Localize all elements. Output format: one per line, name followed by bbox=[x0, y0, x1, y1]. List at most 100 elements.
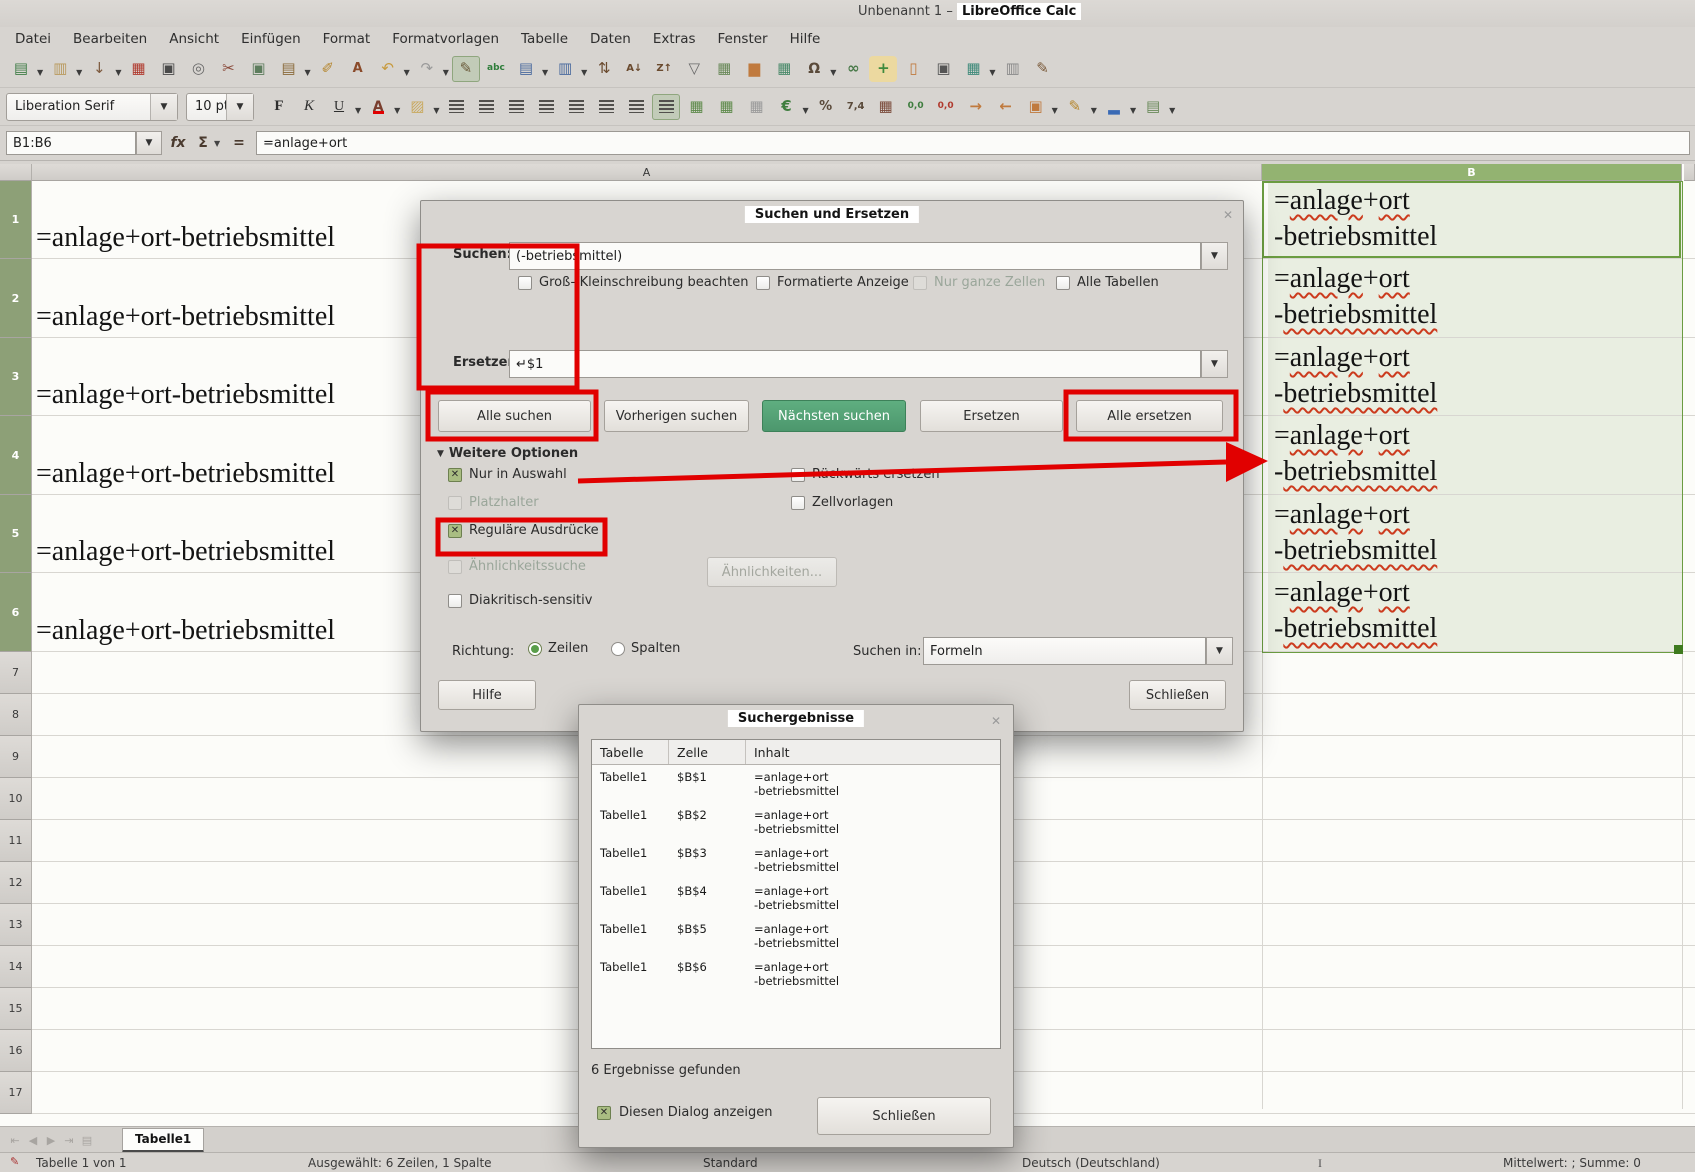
results-col-tabelle[interactable]: Tabelle bbox=[592, 740, 669, 764]
print-preview-icon[interactable]: ◎ bbox=[184, 56, 212, 82]
status-stats[interactable]: Mittelwert: ; Summe: 0 bbox=[1503, 1156, 1641, 1170]
border-style-icon[interactable]: ✎ bbox=[1061, 94, 1089, 120]
increase-indent-icon[interactable]: → bbox=[962, 94, 990, 120]
results-col-zelle[interactable]: Zelle bbox=[669, 740, 746, 764]
align-top-icon[interactable] bbox=[562, 94, 590, 120]
row-header-9[interactable]: 9 bbox=[0, 736, 32, 778]
checkbox-nur-ganze-zellen[interactable]: Nur ganze Zellen bbox=[913, 275, 1045, 290]
help-button[interactable]: Hilfe bbox=[438, 680, 536, 710]
radio-spalten[interactable]: Spalten bbox=[611, 641, 680, 656]
search-history-dropdown-icon[interactable]: ▼ bbox=[1201, 242, 1228, 270]
special-character-icon[interactable]: Ω bbox=[800, 56, 828, 82]
row-header-15[interactable]: 15 bbox=[0, 988, 32, 1030]
last-sheet-icon[interactable]: ⇥ bbox=[60, 1134, 78, 1147]
status-page-style[interactable]: Standard bbox=[703, 1156, 758, 1170]
results-dialog-close-icon[interactable]: ✕ bbox=[991, 714, 1001, 728]
open-dropdown-icon[interactable]: ▼ bbox=[76, 60, 82, 77]
undo-dropdown-icon[interactable]: ▼ bbox=[404, 60, 410, 77]
new-document-dropdown-icon[interactable]: ▼ bbox=[37, 60, 43, 77]
menu-bearbeiten[interactable]: Bearbeiten bbox=[62, 29, 158, 49]
date-format-icon[interactable]: ▦ bbox=[872, 94, 900, 120]
paste-icon[interactable]: ▤ bbox=[274, 56, 302, 82]
checkbox-nur-in-auswahl[interactable]: ✕Nur in Auswahl bbox=[448, 467, 567, 482]
find-dialog-close-button[interactable]: Schließen bbox=[1129, 680, 1226, 710]
conditional-formatting-icon[interactable]: ▤ bbox=[1139, 94, 1167, 120]
more-options-toggle[interactable]: ▼ Weitere Optionen bbox=[437, 446, 578, 461]
freeze-panes-dropdown-icon[interactable]: ▼ bbox=[989, 60, 995, 77]
insert-column-dropdown-icon[interactable]: ▼ bbox=[581, 60, 587, 77]
menu-tabelle[interactable]: Tabelle bbox=[510, 29, 579, 49]
checkbox-formatierte-anzeige-box[interactable] bbox=[756, 276, 770, 290]
center-vertically-icon[interactable] bbox=[592, 94, 620, 120]
checkbox-rückwärts-ersetzen-box[interactable] bbox=[791, 468, 805, 482]
checkbox-nur-in-auswahl-box[interactable]: ✕ bbox=[448, 468, 462, 482]
radio-zeilen[interactable]: Zeilen bbox=[528, 641, 588, 656]
checkbox-ähnlichkeitssuche[interactable]: Ähnlichkeitssuche bbox=[448, 559, 586, 574]
checkbox-zellvorlagen[interactable]: Zellvorlagen bbox=[791, 495, 893, 510]
row-header-17[interactable]: 17 bbox=[0, 1072, 32, 1114]
delete-decimal-place-icon[interactable]: 0,0 bbox=[932, 94, 960, 120]
results-list[interactable]: Tabelle Zelle Inhalt Tabelle1$B$1=anlage… bbox=[591, 739, 1001, 1049]
row-header-1[interactable]: 1 bbox=[0, 181, 32, 259]
save-dropdown-icon[interactable]: ▼ bbox=[115, 60, 121, 77]
cell-a5[interactable]: =anlage+ort-betriebsmittel bbox=[36, 536, 335, 568]
font-color-dropdown-icon[interactable]: ▼ bbox=[394, 98, 400, 115]
checkbox-platzhalter[interactable]: Platzhalter bbox=[448, 495, 539, 510]
menu-fenster[interactable]: Fenster bbox=[707, 29, 779, 49]
result-row-2[interactable]: Tabelle1$B$2=anlage+ort -betriebsmittel bbox=[592, 803, 1000, 841]
borders-dropdown-icon[interactable]: ▼ bbox=[1052, 98, 1058, 115]
search-input[interactable]: (-betriebsmittel) bbox=[509, 242, 1201, 270]
row-header-8[interactable]: 8 bbox=[0, 694, 32, 736]
row-header-13[interactable]: 13 bbox=[0, 904, 32, 946]
cell-a2[interactable]: =anlage+ort-betriebsmittel bbox=[36, 301, 335, 333]
checkbox-reguläre-ausdrücke[interactable]: ✕Reguläre Ausdrücke bbox=[448, 523, 599, 538]
row-header-14[interactable]: 14 bbox=[0, 946, 32, 988]
cell-a6[interactable]: =anlage+ort-betriebsmittel bbox=[36, 615, 335, 647]
border-color-icon[interactable]: ▂ bbox=[1100, 94, 1128, 120]
row-header-4[interactable]: 4 bbox=[0, 416, 32, 495]
name-box-dropdown-icon[interactable]: ▼ bbox=[136, 131, 162, 155]
result-row-4[interactable]: Tabelle1$B$4=anlage+ort -betriebsmittel bbox=[592, 879, 1000, 917]
column-header-c-sliver[interactable] bbox=[1684, 164, 1695, 181]
number-format-icon[interactable]: 7,4 bbox=[842, 94, 870, 120]
spelling-icon[interactable]: abc bbox=[482, 56, 510, 82]
menu-format[interactable]: Format bbox=[312, 29, 382, 49]
cell-a4[interactable]: =anlage+ort-betriebsmittel bbox=[36, 458, 335, 490]
column-header-b[interactable]: B bbox=[1262, 164, 1682, 181]
highlighting-color-dropdown-icon[interactable]: ▼ bbox=[433, 98, 439, 115]
font-color-icon[interactable]: A bbox=[364, 94, 392, 120]
border-color-dropdown-icon[interactable]: ▼ bbox=[1130, 98, 1136, 115]
row-header-10[interactable]: 10 bbox=[0, 778, 32, 820]
add-decimal-place-icon[interactable]: 0,0 bbox=[902, 94, 930, 120]
menu-daten[interactable]: Daten bbox=[579, 29, 642, 49]
merge-and-center-cells-icon[interactable]: ▦ bbox=[682, 94, 710, 120]
italic-icon[interactable]: K bbox=[295, 94, 323, 120]
currency-format-icon[interactable]: € bbox=[772, 94, 800, 120]
cell-b4[interactable]: =anlage+ort-betriebsmittel bbox=[1268, 416, 1682, 494]
wrap-text-icon[interactable] bbox=[652, 94, 680, 120]
checkbox-zellvorlagen-box[interactable] bbox=[791, 496, 805, 510]
special-character-dropdown-icon[interactable]: ▼ bbox=[830, 60, 836, 77]
checkbox-formatierte-anzeige[interactable]: Formatierte Anzeige bbox=[756, 275, 909, 290]
align-justify-icon[interactable] bbox=[532, 94, 560, 120]
result-row-5[interactable]: Tabelle1$B$5=anlage+ort -betriebsmittel bbox=[592, 917, 1000, 955]
result-row-6[interactable]: Tabelle1$B$6=anlage+ort -betriebsmittel bbox=[592, 955, 1000, 993]
save-icon[interactable]: ↓ bbox=[85, 56, 113, 82]
radio-spalten-circle[interactable] bbox=[611, 642, 625, 656]
search-in-combo[interactable]: Formeln bbox=[923, 637, 1206, 665]
menu-hilfe[interactable]: Hilfe bbox=[779, 29, 832, 49]
row-header-5[interactable]: 5 bbox=[0, 495, 32, 573]
row-header-7[interactable]: 7 bbox=[0, 652, 32, 694]
sort-descending-icon[interactable]: Z↑ bbox=[650, 56, 678, 82]
sum-icon[interactable]: Σ bbox=[192, 131, 214, 155]
checkbox-alle-tabellen-box[interactable] bbox=[1056, 276, 1070, 290]
underline-icon[interactable]: U bbox=[325, 94, 353, 120]
show-dialog-checkbox[interactable]: ✕ Diesen Dialog anzeigen bbox=[597, 1105, 772, 1120]
split-window-icon[interactable]: ▥ bbox=[999, 56, 1027, 82]
align-left-icon[interactable] bbox=[442, 94, 470, 120]
font-name-dropdown-icon[interactable]: ▼ bbox=[150, 94, 177, 120]
checkbox-platzhalter-box[interactable] bbox=[448, 496, 462, 510]
merge-cells-icon[interactable]: ▦ bbox=[712, 94, 740, 120]
sum-dropdown-icon[interactable]: ▼ bbox=[214, 139, 220, 148]
print-icon[interactable]: ▣ bbox=[154, 56, 182, 82]
